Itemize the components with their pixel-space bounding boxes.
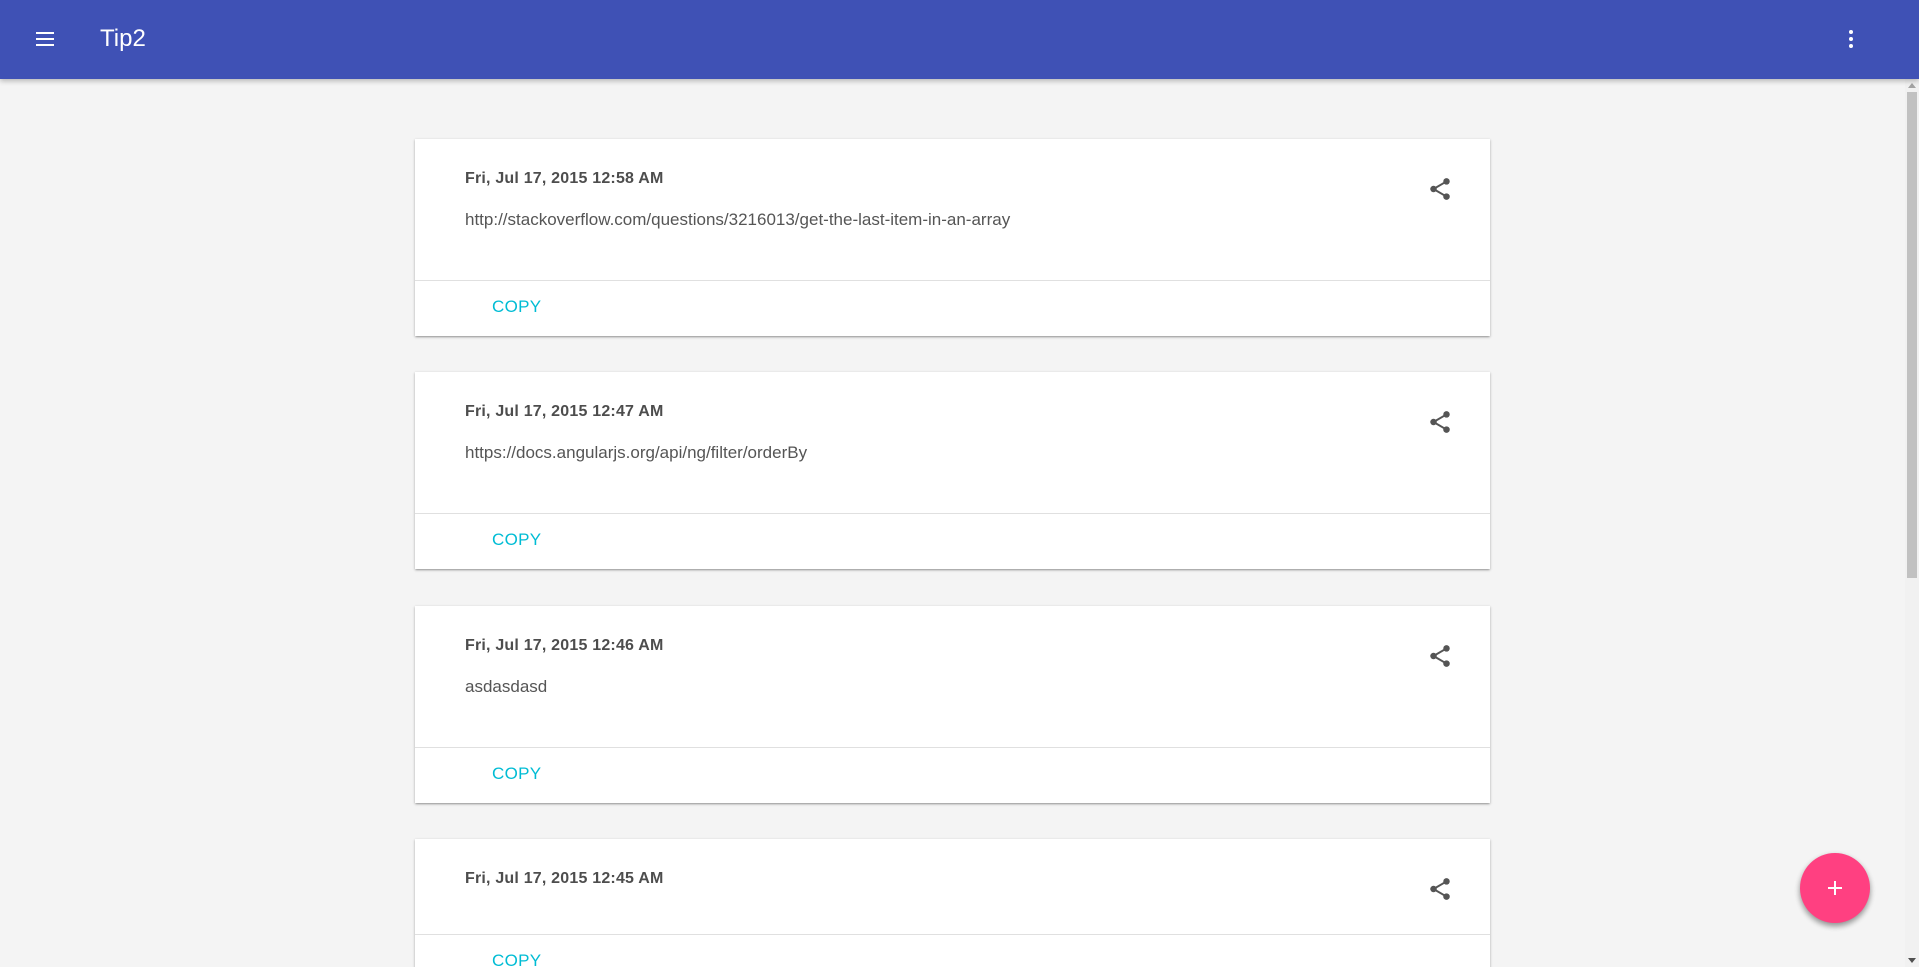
card-body: Fri, Jul 17, 2015 12:47 AM https://docs.… [415, 372, 1490, 514]
card-date: Fri, Jul 17, 2015 12:46 AM [465, 637, 664, 654]
card-list: Fri, Jul 17, 2015 12:58 AM http://stacko… [0, 79, 1905, 967]
card-text: http://stackoverflow.com/questions/32160… [465, 210, 1011, 229]
card-actions: COPY [415, 514, 1490, 569]
scrollbar-thumb[interactable] [1907, 92, 1917, 578]
share-icon [1430, 878, 1450, 900]
menu-icon [36, 32, 54, 46]
share-icon [1430, 645, 1450, 667]
more-vert-icon [1849, 30, 1853, 48]
add-icon [1828, 881, 1842, 895]
menu-button[interactable] [22, 19, 68, 59]
share-icon [1430, 178, 1450, 200]
card-actions: COPY [415, 935, 1490, 967]
card-text: asdasdasd [465, 677, 548, 696]
card-text: https://docs.angularjs.org/api/ng/filter… [465, 443, 808, 462]
tip-card: Fri, Jul 17, 2015 12:46 AM asdasdasd COP… [415, 606, 1490, 803]
vertical-scrollbar[interactable] [1905, 79, 1919, 967]
copy-button[interactable]: COPY [492, 951, 541, 967]
card-actions: COPY [415, 748, 1490, 803]
scroll-up-arrow-icon[interactable] [1908, 83, 1916, 88]
card-date: Fri, Jul 17, 2015 12:45 AM [465, 870, 664, 887]
copy-button[interactable]: COPY [492, 530, 541, 550]
tip-card: Fri, Jul 17, 2015 12:58 AM http://stacko… [415, 139, 1490, 336]
app-toolbar: Tip2 [0, 0, 1919, 79]
share-icon [1430, 411, 1450, 433]
tip-card: Fri, Jul 17, 2015 12:45 AM COPY [415, 839, 1490, 967]
app-title: Tip2 [100, 25, 146, 52]
share-button[interactable] [1420, 402, 1460, 442]
scroll-down-arrow-icon[interactable] [1908, 958, 1916, 963]
card-date: Fri, Jul 17, 2015 12:47 AM [465, 403, 664, 420]
add-tip-fab[interactable] [1800, 853, 1870, 923]
copy-button[interactable]: COPY [492, 764, 541, 784]
card-body: Fri, Jul 17, 2015 12:45 AM [415, 839, 1490, 935]
more-options-button[interactable] [1828, 19, 1874, 59]
share-button[interactable] [1420, 869, 1460, 909]
card-actions: COPY [415, 281, 1490, 336]
card-body: Fri, Jul 17, 2015 12:58 AM http://stacko… [415, 139, 1490, 281]
tip-card: Fri, Jul 17, 2015 12:47 AM https://docs.… [415, 372, 1490, 569]
share-button[interactable] [1420, 636, 1460, 676]
copy-button[interactable]: COPY [492, 297, 541, 317]
share-button[interactable] [1420, 169, 1460, 209]
card-body: Fri, Jul 17, 2015 12:46 AM asdasdasd [415, 606, 1490, 748]
card-date: Fri, Jul 17, 2015 12:58 AM [465, 170, 664, 187]
